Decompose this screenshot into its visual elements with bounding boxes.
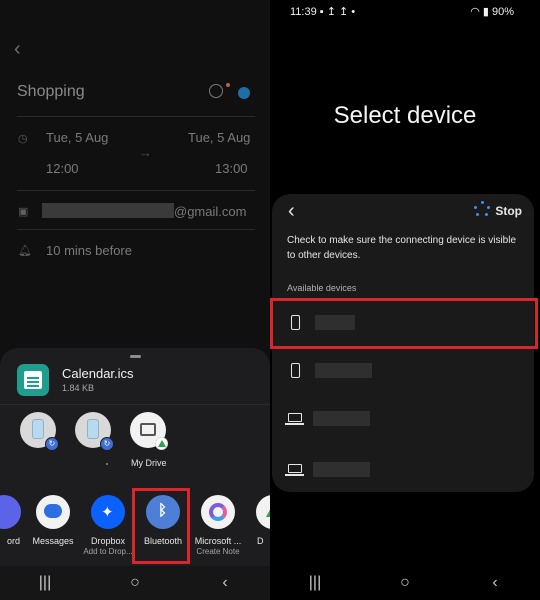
nearby-device-2[interactable]: ↻ [75, 412, 114, 451]
divider [0, 404, 270, 405]
nearby-device-1[interactable]: ↻ [20, 412, 59, 451]
device-item[interactable] [272, 347, 534, 393]
available-devices-label: Available devices [287, 283, 357, 293]
my-drive-label: My Drive [131, 458, 167, 468]
sync-badge-icon: ↻ [100, 437, 114, 451]
start-date[interactable]: Tue, 5 Aug [46, 130, 108, 145]
laptop-icon [285, 413, 304, 425]
back-arrow-icon[interactable]: ‹ [288, 200, 295, 223]
recents-icon[interactable]: ||| [30, 574, 60, 592]
share-app-microsoft[interactable]: Microsoft ... Create Note [190, 495, 246, 556]
reminder[interactable]: 10 mins before [46, 243, 132, 258]
event-title: Shopping [17, 83, 85, 100]
device-name-redacted [313, 462, 370, 477]
bluetooth-highlight-box [132, 488, 190, 564]
bell-icon: 🔔︎ [18, 245, 32, 257]
microsoft-copilot-icon [201, 495, 235, 529]
back-icon[interactable]: ‹ [480, 574, 510, 592]
share-app-drive[interactable]: D [245, 495, 270, 546]
scanning-spinner-icon [474, 201, 490, 219]
nav-bar: ||| ○ ‹ [270, 566, 540, 600]
account-email[interactable]: @gmail.com [174, 204, 246, 219]
calendar-file-icon [17, 364, 49, 396]
device-item[interactable] [272, 446, 534, 492]
end-time[interactable]: 13:00 [215, 161, 248, 176]
device-name-redacted [315, 363, 372, 378]
recents-icon[interactable]: ||| [300, 574, 330, 592]
file-size: 1.84 KB [62, 383, 95, 393]
redacted-email [42, 203, 174, 218]
folder-icon [140, 423, 156, 436]
device-name-redacted [313, 411, 370, 426]
sheet-handle[interactable] [130, 355, 141, 358]
back-arrow-icon[interactable]: ‹ [14, 38, 21, 61]
end-date[interactable]: Tue, 5 Aug [188, 130, 250, 145]
emoji-icon[interactable] [209, 84, 223, 98]
nav-bar: ||| ○ ‹ [0, 566, 270, 600]
discord-icon [0, 495, 21, 529]
phone-icon [291, 363, 300, 378]
my-drive-target[interactable] [130, 412, 168, 450]
event-color-dot[interactable] [238, 87, 250, 99]
dropbox-icon: ✦ [91, 495, 125, 529]
device-item[interactable] [272, 395, 534, 441]
divider [17, 229, 255, 230]
phone-icon [87, 419, 99, 439]
page-title: Select device [333, 102, 477, 129]
emoji-badge [226, 83, 230, 87]
google-drive-icon [155, 437, 168, 450]
calendar-account-icon: ▣ [18, 206, 29, 218]
messages-icon [36, 495, 70, 529]
status-battery: ◠ ▮ 90% [470, 6, 514, 18]
home-icon[interactable]: ○ [120, 574, 150, 592]
file-name: Calendar.ics [62, 366, 134, 381]
clock-icon: ◷ [18, 133, 28, 145]
status-time: 11:39 ▪ ↥ ↥ • [290, 6, 356, 18]
google-drive-icon [256, 495, 270, 529]
phone-icon [32, 419, 44, 439]
divider [17, 190, 255, 191]
stop-button[interactable]: Stop [495, 204, 522, 218]
laptop-icon [285, 464, 304, 476]
start-time[interactable]: 12:00 [46, 161, 79, 176]
hint-text: Check to make sure the connecting device… [287, 235, 517, 261]
share-app-messages[interactable]: Messages [25, 495, 81, 546]
home-icon[interactable]: ○ [390, 574, 420, 592]
back-icon[interactable]: ‹ [210, 574, 240, 592]
divider-dot [106, 463, 108, 465]
divider [17, 116, 255, 117]
sync-badge-icon: ↻ [45, 437, 59, 451]
device-highlight-box [270, 298, 538, 349]
arrow-right-icon: → [139, 145, 152, 160]
share-app-dropbox[interactable]: ✦ Dropbox Add to Drop... [80, 495, 136, 556]
